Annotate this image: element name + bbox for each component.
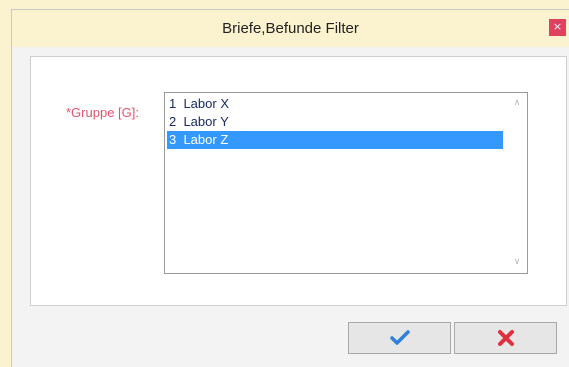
group-field-label: *Gruppe [G]: [66, 105, 139, 120]
list-item-labor-x[interactable]: 1 Labor X [167, 95, 503, 113]
close-icon: × [552, 20, 563, 33]
scroll-down-arrow-icon[interactable]: ∨ [511, 257, 523, 267]
x-icon [497, 330, 514, 346]
group-listbox[interactable]: 1 Labor X 2 Labor Y 3 Labor Z ∧ ∨ [164, 92, 528, 274]
filter-panel: *Gruppe [G]: 1 Labor X 2 Labor Y 3 Labor… [30, 56, 567, 306]
close-button[interactable]: × [549, 19, 566, 36]
cancel-button[interactable] [454, 322, 557, 354]
ok-button[interactable] [348, 322, 451, 354]
scroll-up-arrow-icon[interactable]: ∧ [511, 98, 523, 108]
checkmark-icon [389, 330, 410, 345]
list-item-labor-y[interactable]: 2 Labor Y [167, 113, 503, 131]
list-item-labor-z[interactable]: 3 Labor Z [167, 131, 503, 149]
window-title: Briefe,Befunde Filter [222, 20, 359, 37]
title-bar[interactable]: Briefe,Befunde Filter × [12, 10, 569, 47]
dialog-window: Briefe,Befunde Filter × *Gruppe [G]: 1 L… [11, 9, 569, 367]
